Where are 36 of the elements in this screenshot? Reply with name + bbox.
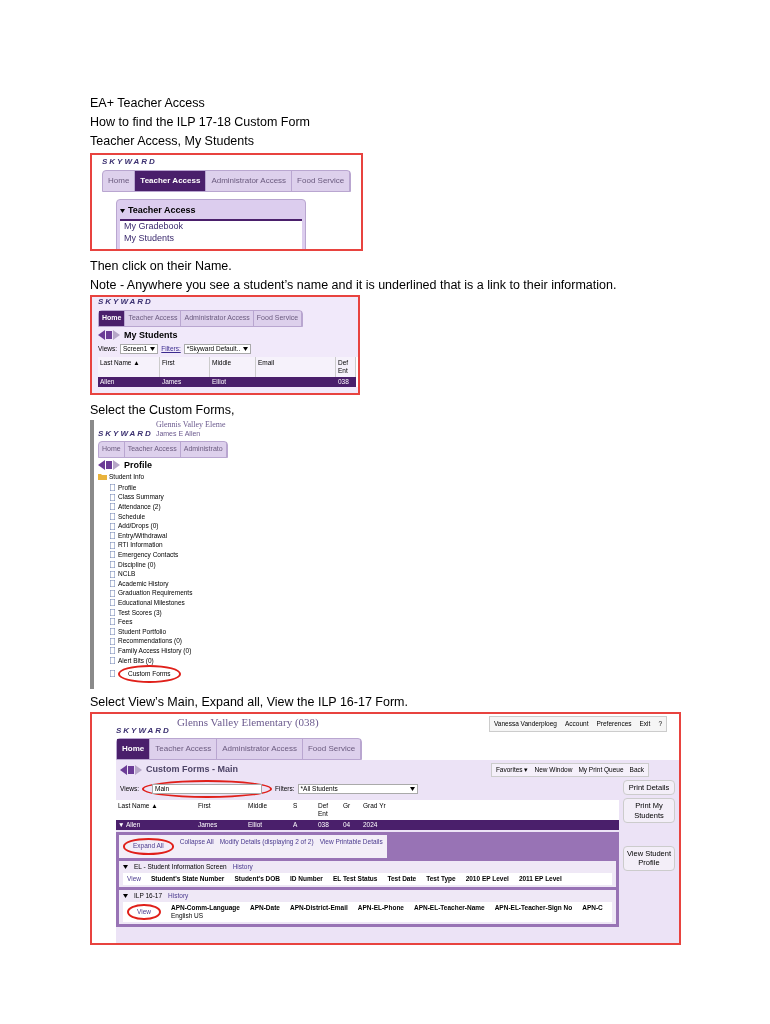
folder-icon: [98, 473, 107, 481]
logo: SKYWARD: [116, 725, 171, 736]
school-name: Glennis Valley Eleme: [155, 420, 226, 430]
caret-icon: [409, 786, 415, 791]
caret-icon: [120, 208, 125, 213]
page-title: Profile: [124, 459, 152, 471]
document-text: Select the Custom Forms,: [90, 402, 236, 419]
nav-tab[interactable]: Administrator Access: [217, 738, 303, 759]
page-title: Custom Forms - Main: [146, 764, 238, 776]
nav-tab[interactable]: Teacher Access: [135, 171, 207, 191]
menu-link[interactable]: My Gradebook: [124, 221, 298, 233]
collapse-caret-icon: [123, 893, 128, 898]
logo: SKYWARD: [102, 157, 158, 167]
page-title: My Students: [124, 329, 178, 341]
school-name: Glenns Valley Elementary (038): [176, 716, 319, 730]
document-text: Teacher Access, My Students: [90, 133, 255, 150]
caret-icon: [150, 347, 156, 352]
document-text: How to find the ILP 17-18 Custom Form: [90, 114, 311, 131]
logo: SKYWARD: [98, 297, 154, 307]
caret-icon: [243, 347, 249, 352]
navigation-arrows-icon[interactable]: [120, 764, 142, 775]
navigation-arrows-icon[interactable]: [98, 460, 120, 471]
nav-tab[interactable]: Home: [117, 738, 151, 759]
nav-tab[interactable]: Teacher Access: [150, 738, 218, 759]
navigation-arrows-icon[interactable]: [98, 330, 120, 341]
document-text: EA+ Teacher Access: [90, 95, 206, 112]
logo: SKYWARD: [98, 428, 153, 439]
panel-title: Teacher Access: [128, 205, 196, 217]
collapse-caret-icon: [123, 864, 128, 869]
nav-tab[interactable]: Food Service: [302, 738, 362, 759]
menu-link[interactable]: My Students: [124, 232, 298, 244]
document-text: Select View’s Main, Expand all, View the ILP 16-17 Form.: [90, 694, 409, 711]
nav-tab[interactable]: Food Service: [292, 171, 351, 191]
document-text: Then click on their Name.: [90, 258, 233, 275]
document-text: Note - Anywhere you see a student’s name and it is underlined that is a link to their information.: [90, 277, 618, 294]
nav-tab[interactable]: Administrator Access: [206, 171, 293, 191]
